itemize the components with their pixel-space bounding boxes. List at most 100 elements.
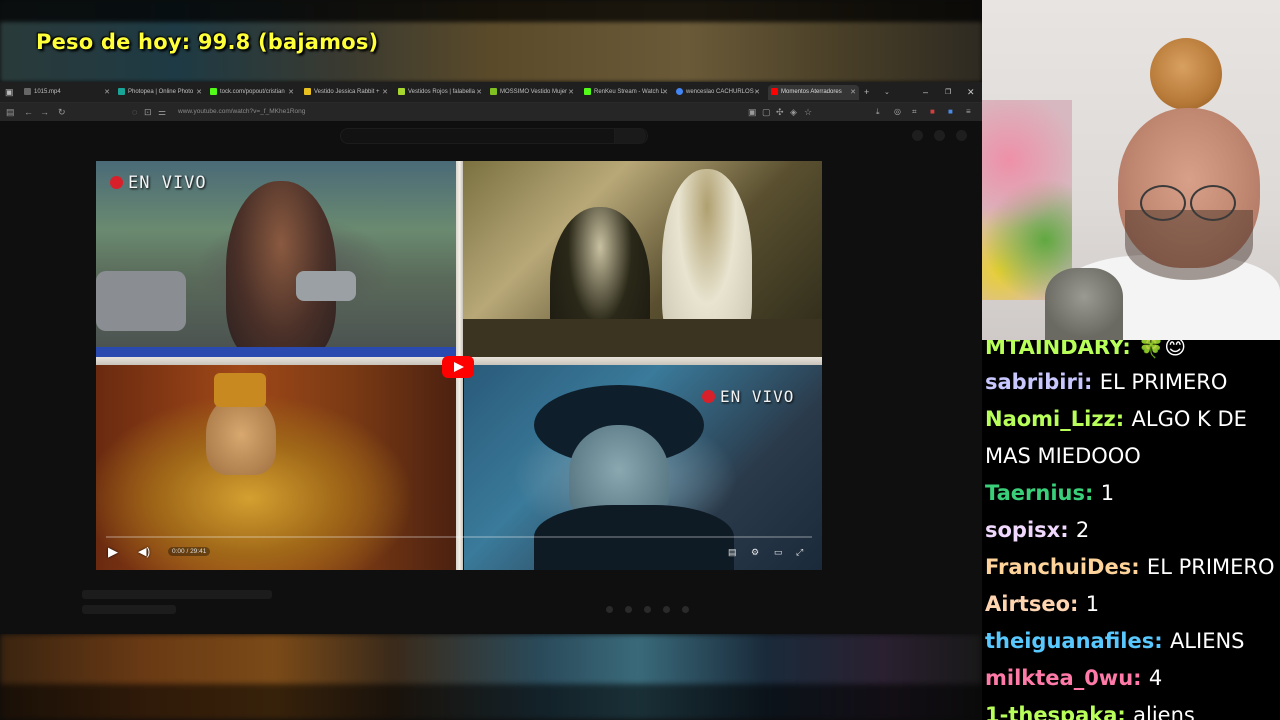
background-blur-bottom [0, 634, 982, 720]
miniplayer-icon[interactable]: ▭ [774, 546, 783, 558]
youtube-search-button[interactable] [614, 128, 646, 144]
extension-icon[interactable]: ◈ [790, 105, 797, 119]
chat-message-continuation: MAS MIEDOOO [985, 444, 1141, 468]
lock-icon[interactable]: ⊡ [144, 105, 152, 119]
url-text[interactable]: www.youtube.com/watch?v=_f_MKhe1Rong [178, 106, 305, 118]
pagination-dot[interactable] [606, 606, 613, 613]
chat-message: Airtseo: 1 [985, 592, 1100, 616]
fullscreen-icon[interactable]: ⤢ [796, 546, 803, 558]
title-placeholder [82, 590, 272, 599]
wall-hat [1150, 38, 1222, 110]
pagination-dot[interactable] [663, 606, 670, 613]
car-shape [96, 271, 186, 331]
youtube-play-icon[interactable] [442, 356, 474, 378]
address-bar[interactable]: ◌ ⊡ ⚌ www.youtube.com/watch?v=_f_MKhe1Ro… [130, 105, 812, 119]
maximize-icon[interactable]: ❐ [945, 85, 951, 100]
pagination-dot[interactable] [644, 606, 651, 613]
shield-icon[interactable]: ◌ [132, 105, 137, 119]
live-badge: EN VIVO [110, 173, 207, 193]
new-tab-button[interactable]: + [864, 85, 869, 100]
chat-message: sabribiri: EL PRIMERO [985, 370, 1228, 394]
sidebar-icon[interactable]: ▤ [6, 105, 15, 119]
video-player[interactable]: EN VIVO EN VIVO ▶ ◀) 0:00 / 29:41 ▤ ⚙ ▭ … [96, 161, 822, 570]
tab-7[interactable]: RenKeu Stream - Watch L ✕ [584, 85, 668, 100]
streamer-beard [1125, 210, 1253, 280]
close-icon[interactable]: ✕ [754, 85, 760, 100]
play-icon[interactable]: ▶ [108, 545, 118, 559]
tab-favicon [24, 87, 31, 95]
bookmark-star-icon[interactable]: ☆ [804, 105, 812, 119]
desk-shape [462, 319, 822, 359]
create-icon[interactable] [912, 130, 923, 141]
tab-8[interactable]: wenceslao CACHURLOS - ✕ [676, 85, 760, 100]
extension-icon[interactable]: ◎ [894, 105, 901, 119]
tab-3[interactable]: tock.com/popout/cristian ✕ [210, 85, 294, 100]
tab-5[interactable]: Vestidos Rojos | falabella ✕ [398, 85, 482, 100]
tab-list-icon[interactable]: ▣ [5, 85, 14, 100]
video-controls: ▶ ◀) 0:00 / 29:41 ▤ ⚙ ▭ ⤢ [96, 534, 822, 570]
close-icon[interactable]: ✕ [382, 85, 388, 100]
chevron-down-icon[interactable]: ⌄ [884, 85, 890, 100]
close-icon[interactable]: ✕ [476, 85, 482, 100]
photopea-icon [118, 87, 125, 95]
live-badge: EN VIVO [702, 387, 794, 406]
tab-9-active[interactable]: Momentos Aterradores ✕ [768, 85, 859, 100]
reload-icon[interactable]: ↻ [58, 105, 66, 119]
video-thumbnail-panel-2 [462, 161, 822, 359]
addon-icon[interactable]: ■ [930, 105, 935, 119]
reader-icon[interactable]: ▢ [762, 105, 771, 119]
download-icon[interactable]: ⤓ [876, 105, 880, 119]
close-icon[interactable]: ✕ [104, 85, 110, 100]
time-display: 0:00 / 29:41 [168, 547, 211, 556]
puzzle-icon[interactable]: ⌗ [912, 105, 917, 119]
close-icon[interactable]: ✕ [288, 85, 294, 100]
falabella-icon [398, 87, 405, 95]
close-icon[interactable]: ✕ [196, 85, 202, 100]
microphone [1045, 268, 1123, 340]
store-icon [490, 87, 497, 95]
person-figure [226, 181, 336, 357]
kick-icon [584, 87, 591, 95]
chat-message: MTAINDARY: 🍀😊 [985, 340, 1187, 359]
weight-overlay-text: Peso de hoy: 99.8 (bajamos) [36, 30, 379, 54]
person-figure [206, 395, 276, 475]
news-ticker-bar [96, 347, 456, 357]
progress-bar[interactable] [106, 536, 812, 538]
close-icon[interactable]: ✕ [850, 85, 856, 100]
pagination-dot[interactable] [682, 606, 689, 613]
captions-icon[interactable]: ▤ [728, 546, 737, 558]
avatar[interactable] [956, 130, 967, 141]
car-shape [296, 271, 356, 301]
glasses-lens-left [1140, 185, 1186, 221]
close-icon[interactable]: ✕ [662, 85, 668, 100]
window-close-icon[interactable]: ✕ [967, 85, 975, 100]
chat-message: sopisx: 2 [985, 518, 1090, 542]
pagination-dot[interactable] [625, 606, 632, 613]
kick-icon [210, 87, 217, 95]
tab-2[interactable]: Photopea | Online Photo ✕ [118, 85, 202, 100]
record-dot-icon [110, 176, 123, 189]
minimize-icon[interactable]: – [923, 85, 928, 100]
screenshot-icon[interactable]: ▣ [748, 105, 757, 119]
notifications-icon[interactable] [934, 130, 945, 141]
permissions-icon[interactable]: ⚌ [158, 105, 166, 119]
menu-icon[interactable]: ≡ [966, 105, 971, 119]
close-icon[interactable]: ✕ [568, 85, 574, 100]
profile-icon[interactable]: ■ [948, 105, 953, 119]
navigation-bar: ▤ ← → ↻ ◌ ⊡ ⚌ www.youtube.com/watch?v=_f… [0, 103, 982, 121]
youtube-icon [771, 87, 778, 95]
hat-shape [214, 373, 266, 407]
tab-6[interactable]: MOSSIMO Vestido Mujer ✕ [490, 85, 574, 100]
tab-4[interactable]: Vestido Jessica Rabbit + ✕ [304, 85, 388, 100]
volume-icon[interactable]: ◀) [138, 545, 150, 559]
translate-icon[interactable]: ✣ [776, 105, 784, 119]
chat-panel: MTAINDARY: 🍀😊 sabribiri: EL PRIMERO Naom… [982, 340, 1280, 720]
back-icon[interactable]: ← [24, 105, 33, 119]
subtitle-placeholder [82, 605, 176, 614]
tab-1[interactable]: 1015.mp4 ✕ [24, 85, 110, 100]
youtube-search-input[interactable] [340, 128, 648, 144]
google-icon [676, 87, 683, 95]
forward-icon[interactable]: → [40, 105, 49, 119]
glasses-lens-right [1190, 185, 1236, 221]
settings-gear-icon[interactable]: ⚙ [751, 546, 759, 558]
